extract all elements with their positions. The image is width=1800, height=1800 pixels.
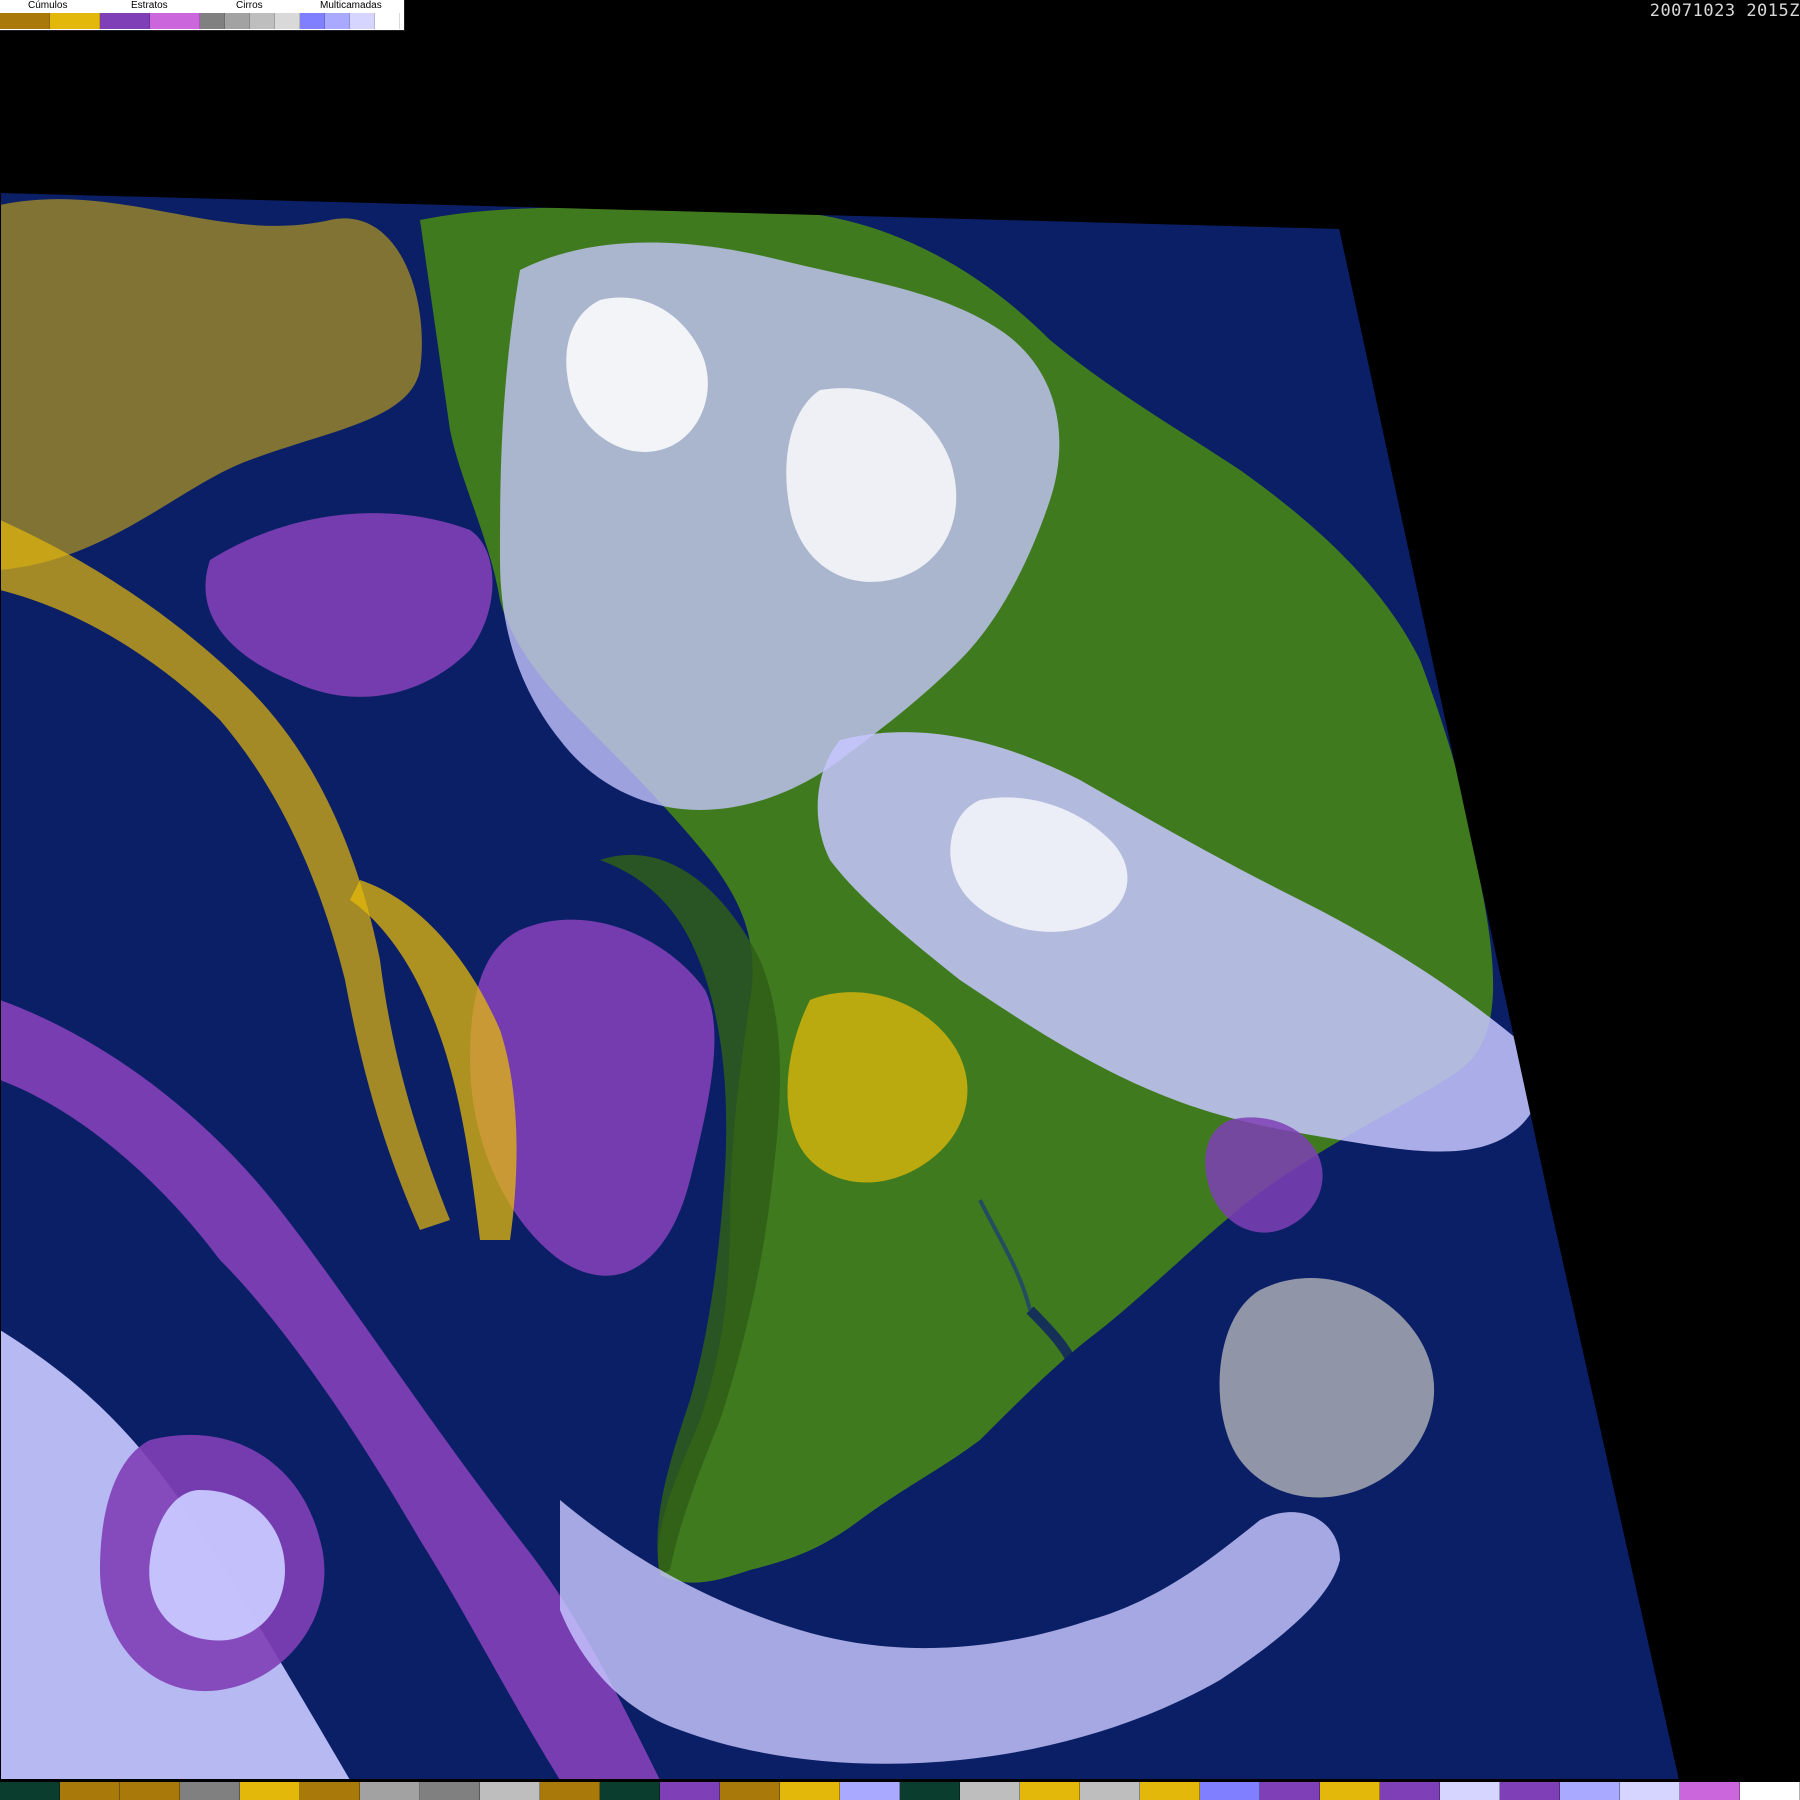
satellite-image xyxy=(0,0,1800,1800)
bottom-color-block xyxy=(1260,1782,1320,1800)
legend-swatch xyxy=(200,13,225,29)
bottom-color-block xyxy=(240,1782,300,1800)
legend-title-cirros: Cirros xyxy=(236,0,263,11)
legend-title-estratos: Estratos xyxy=(131,0,168,11)
bottom-color-block xyxy=(480,1782,540,1800)
bottom-color-block xyxy=(1080,1782,1140,1800)
bottom-color-block xyxy=(0,1782,60,1800)
bottom-color-strip xyxy=(0,1782,1800,1800)
bottom-color-block xyxy=(1200,1782,1260,1800)
legend-title-cumulos: Cúmulos xyxy=(28,0,68,11)
legend-swatch xyxy=(325,13,350,29)
bottom-color-block xyxy=(600,1782,660,1800)
bottom-color-block xyxy=(1140,1782,1200,1800)
bottom-color-block xyxy=(120,1782,180,1800)
legend-title-multicamadas: Multicamadas xyxy=(320,0,382,11)
bottom-color-block xyxy=(1500,1782,1560,1800)
legend-swatch xyxy=(350,13,375,29)
bottom-color-block xyxy=(360,1782,420,1800)
satellite-map xyxy=(0,190,1682,1781)
bottom-color-block xyxy=(180,1782,240,1800)
bottom-color-block xyxy=(1680,1782,1740,1800)
bottom-color-block xyxy=(840,1782,900,1800)
legend-swatch xyxy=(100,13,150,29)
legend-swatch xyxy=(225,13,250,29)
legend-swatch xyxy=(375,13,400,29)
bottom-color-block xyxy=(1380,1782,1440,1800)
bottom-color-block xyxy=(660,1782,720,1800)
bottom-color-block xyxy=(540,1782,600,1800)
bottom-color-block xyxy=(1620,1782,1680,1800)
bottom-color-block xyxy=(960,1782,1020,1800)
legend-titles: Cúmulos Estratos Cirros Multicamadas xyxy=(0,0,405,13)
bottom-color-block xyxy=(720,1782,780,1800)
bottom-color-block xyxy=(900,1782,960,1800)
satellite-page: Cúmulos Estratos Cirros Multicamadas 200… xyxy=(0,0,1800,1800)
legend-swatch xyxy=(0,13,50,29)
bottom-color-block xyxy=(60,1782,120,1800)
legend-swatch xyxy=(275,13,300,29)
satellite-earth-group xyxy=(0,192,1680,1780)
bottom-color-block xyxy=(300,1782,360,1800)
bottom-color-block xyxy=(420,1782,480,1800)
legend-swatches xyxy=(0,13,400,29)
bottom-color-block xyxy=(1740,1782,1800,1800)
bottom-color-block xyxy=(1440,1782,1500,1800)
bottom-color-block xyxy=(1560,1782,1620,1800)
bottom-color-block xyxy=(1020,1782,1080,1800)
legend-swatch xyxy=(50,13,100,29)
cloud-type-legend: Cúmulos Estratos Cirros Multicamadas xyxy=(0,0,405,31)
legend-swatch xyxy=(300,13,325,29)
bottom-color-block xyxy=(780,1782,840,1800)
legend-swatch xyxy=(250,13,275,29)
legend-swatch xyxy=(150,13,200,29)
bottom-color-block xyxy=(1320,1782,1380,1800)
timestamp-label: 20071023 2015Z xyxy=(1649,1,1800,21)
